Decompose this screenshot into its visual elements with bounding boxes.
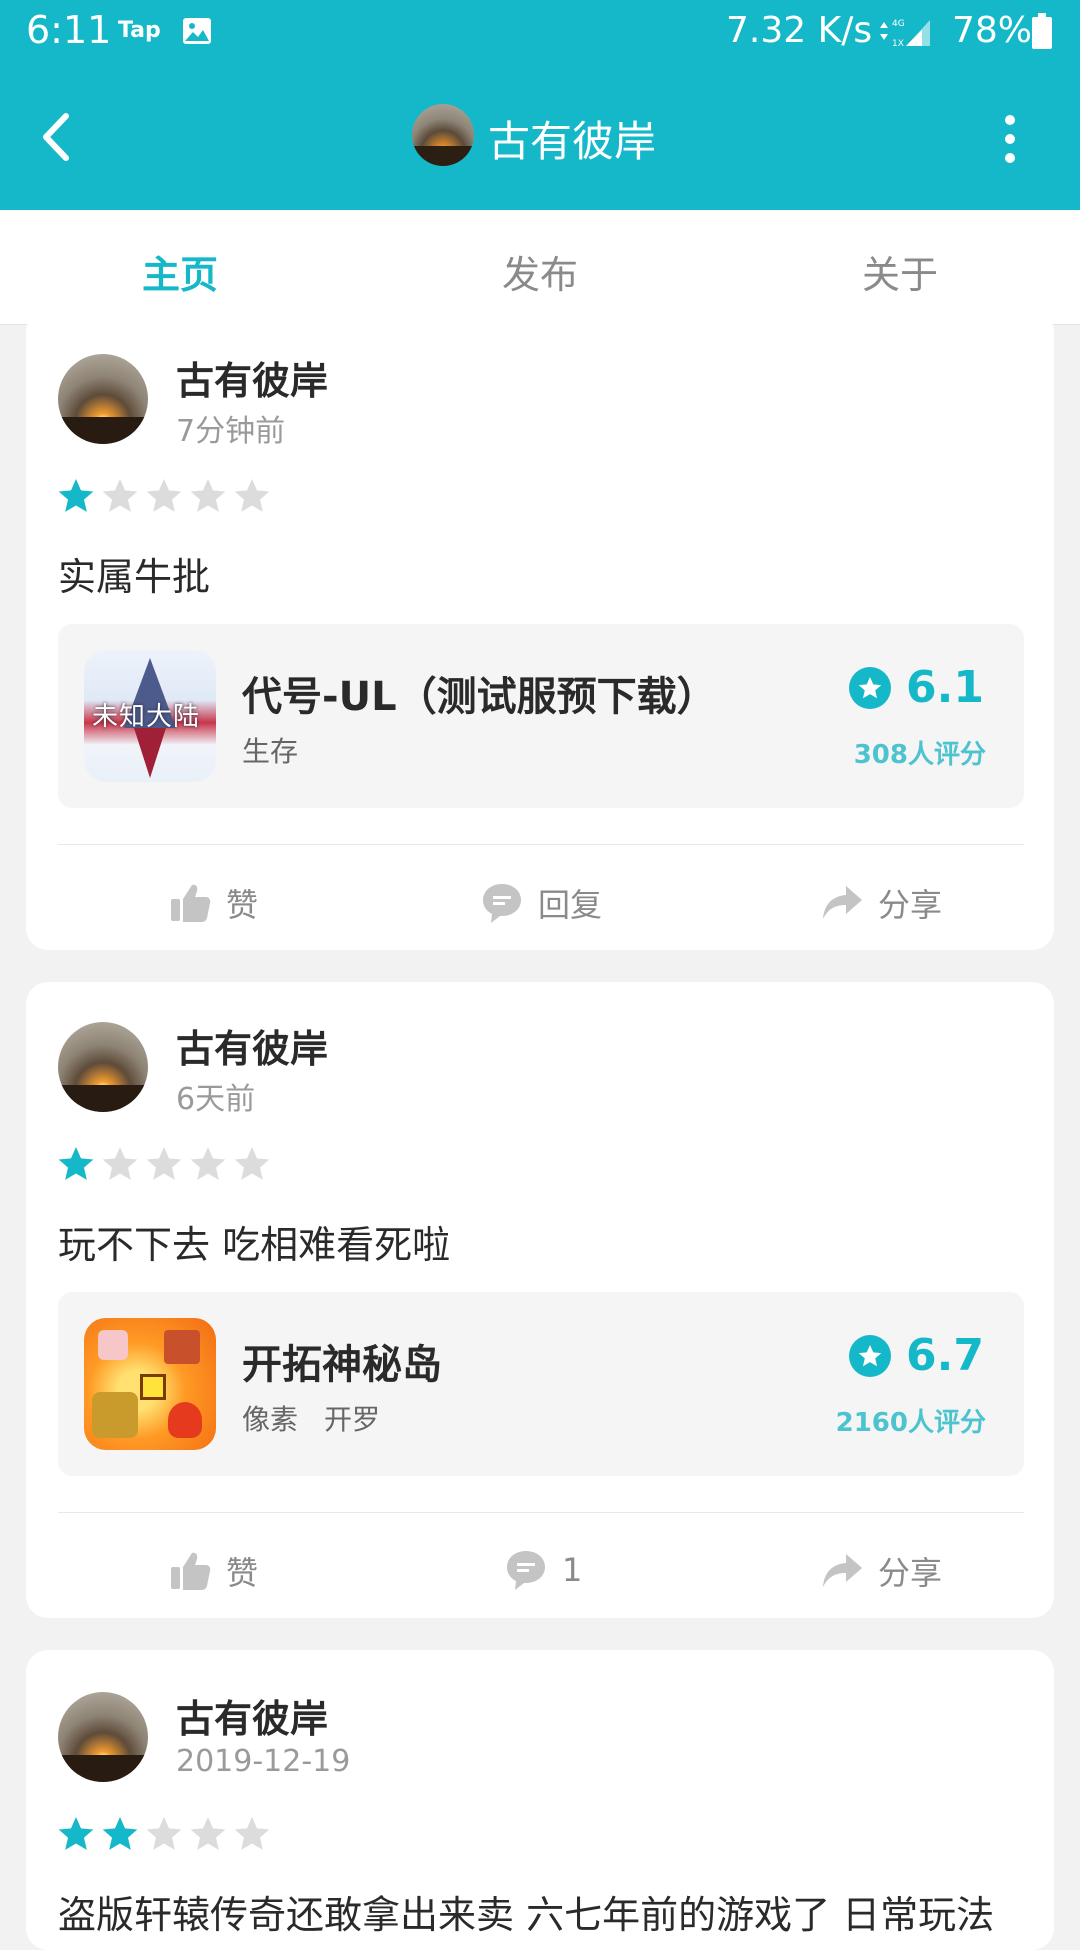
review-text: 盗版轩辕传奇还敢拿出来卖 六七年前的游戏了 日常玩法 [58, 1893, 995, 1937]
rating-stars [56, 1814, 272, 1854]
star-empty-icon [232, 1144, 272, 1184]
score-star-icon [849, 1334, 892, 1377]
game-card[interactable]: 未知大陆 代号-UL（测试服预下载） 生存 6.1 308人评分 [58, 624, 1024, 808]
network-signal-icon: 4G 1X [880, 19, 930, 48]
icon-fire-shape [168, 1402, 202, 1438]
avatar[interactable] [58, 354, 148, 444]
star-empty-icon [188, 476, 228, 516]
game-tag: 开罗 [324, 1403, 381, 1436]
game-score: 6.1 [848, 662, 984, 713]
star-empty-icon [144, 1814, 184, 1854]
rating-count: 2160人评分 [835, 1408, 986, 1438]
divider [58, 1512, 1024, 1513]
icon-rabbit-shape [98, 1330, 128, 1360]
star-filled-icon [56, 476, 96, 516]
tap-app-icon: Tap [118, 18, 161, 43]
score-value: 6.1 [906, 662, 984, 713]
reply-label: 回复 [538, 886, 603, 924]
thumb-up-icon [168, 1549, 212, 1593]
rating-stars [56, 476, 272, 516]
share-icon [820, 1549, 864, 1593]
divider [58, 844, 1024, 845]
share-icon [820, 881, 864, 925]
star-empty-icon [144, 476, 184, 516]
post-card[interactable]: 古有彼岸 7分钟前 实属牛批 未知大陆 代号-UL（测试服预下载） 生存 6.1… [26, 310, 1054, 950]
net-speed: 7.32 K/s [726, 10, 873, 51]
thumb-up-icon [168, 881, 212, 925]
game-card[interactable]: 开拓神秘岛 像素 开罗 6.7 2160人评分 [58, 1292, 1024, 1476]
share-label: 分享 [878, 1554, 943, 1592]
comment-icon [504, 1548, 548, 1592]
score-star-icon [849, 666, 892, 709]
icon-spike-shape [134, 728, 166, 778]
toolbar-avatar[interactable] [412, 104, 474, 166]
icon-dragon-shape [92, 1392, 138, 1438]
battery-icon [1032, 13, 1052, 49]
post-time: 6天前 [176, 1082, 256, 1117]
star-empty-icon [100, 476, 140, 516]
review-text: 实属牛批 [58, 555, 211, 599]
share-label: 分享 [878, 886, 943, 924]
star-filled-icon [56, 1144, 96, 1184]
tab-home[interactable]: 主页 [80, 244, 280, 299]
status-time: 6:11 [26, 8, 112, 52]
icon-bird-shape [164, 1330, 200, 1364]
author-name[interactable]: 古有彼岸 [176, 1688, 328, 1743]
page-title: 古有彼岸 [488, 117, 657, 166]
game-title[interactable]: 开拓神秘岛 [242, 1332, 442, 1390]
like-button[interactable]: 赞 [168, 880, 258, 926]
star-empty-icon [232, 1814, 272, 1854]
star-empty-icon [188, 1814, 228, 1854]
comment-icon [480, 881, 524, 925]
status-bar: 6:11 Tap 7.32 K/s 4G 1X 78% [0, 0, 1080, 64]
author-name[interactable]: 古有彼岸 [176, 350, 328, 405]
rating-stars [56, 1144, 272, 1184]
score-value: 6.7 [906, 1330, 984, 1381]
post-card[interactable]: 古有彼岸 2019-12-19 盗版轩辕传奇还敢拿出来卖 六七年前的游戏了 日常… [26, 1650, 1054, 1950]
game-tags: 生存 [242, 730, 324, 770]
star-empty-icon [144, 1144, 184, 1184]
star-empty-icon [188, 1144, 228, 1184]
icon-logo-text: 未知大陆 [92, 702, 201, 732]
avatar[interactable] [58, 1692, 148, 1782]
icon-block-shape [140, 1374, 166, 1400]
author-name[interactable]: 古有彼岸 [176, 1018, 328, 1073]
image-icon [183, 18, 211, 44]
share-button[interactable]: 分享 [820, 1548, 942, 1594]
star-empty-icon [100, 1144, 140, 1184]
game-tag: 像素 [242, 1403, 299, 1436]
tab-bar: 主页 发布 关于 [0, 210, 1080, 325]
svg-text:4G: 4G [892, 19, 905, 29]
tab-posts[interactable]: 发布 [440, 244, 640, 299]
like-label: 赞 [226, 1554, 259, 1592]
post-time: 7分钟前 [176, 414, 286, 449]
reply-button[interactable]: 回复 [480, 880, 602, 926]
game-tag: 生存 [242, 735, 299, 768]
reply-count: 1 [562, 1551, 583, 1589]
game-score: 6.7 [848, 1330, 984, 1381]
rating-count: 308人评分 [853, 740, 986, 770]
avatar[interactable] [58, 1022, 148, 1112]
like-label: 赞 [226, 886, 259, 924]
like-button[interactable]: 赞 [168, 1548, 258, 1594]
battery-level: 78% [952, 10, 1033, 51]
svg-text:1X: 1X [892, 39, 904, 48]
top-toolbar: 古有彼岸 [0, 64, 1080, 210]
more-vertical-icon[interactable] [990, 112, 1030, 166]
reply-button[interactable]: 1 [504, 1548, 582, 1592]
back-arrow-icon[interactable] [30, 102, 86, 172]
post-card[interactable]: 古有彼岸 6天前 玩不下去 吃相难看死啦 开拓神秘岛 像素 开罗 6.7 2160… [26, 982, 1054, 1618]
game-title[interactable]: 代号-UL（测试服预下载） [242, 664, 717, 722]
star-filled-icon [56, 1814, 96, 1854]
post-time: 2019-12-19 [176, 1744, 351, 1779]
game-tags: 像素 开罗 [242, 1398, 406, 1438]
star-empty-icon [232, 476, 272, 516]
share-button[interactable]: 分享 [820, 880, 942, 926]
tab-about[interactable]: 关于 [800, 244, 1000, 299]
game-icon[interactable] [84, 1318, 216, 1450]
review-text: 玩不下去 吃相难看死啦 [58, 1223, 451, 1267]
star-filled-icon [100, 1814, 140, 1854]
game-icon[interactable]: 未知大陆 [84, 650, 216, 782]
